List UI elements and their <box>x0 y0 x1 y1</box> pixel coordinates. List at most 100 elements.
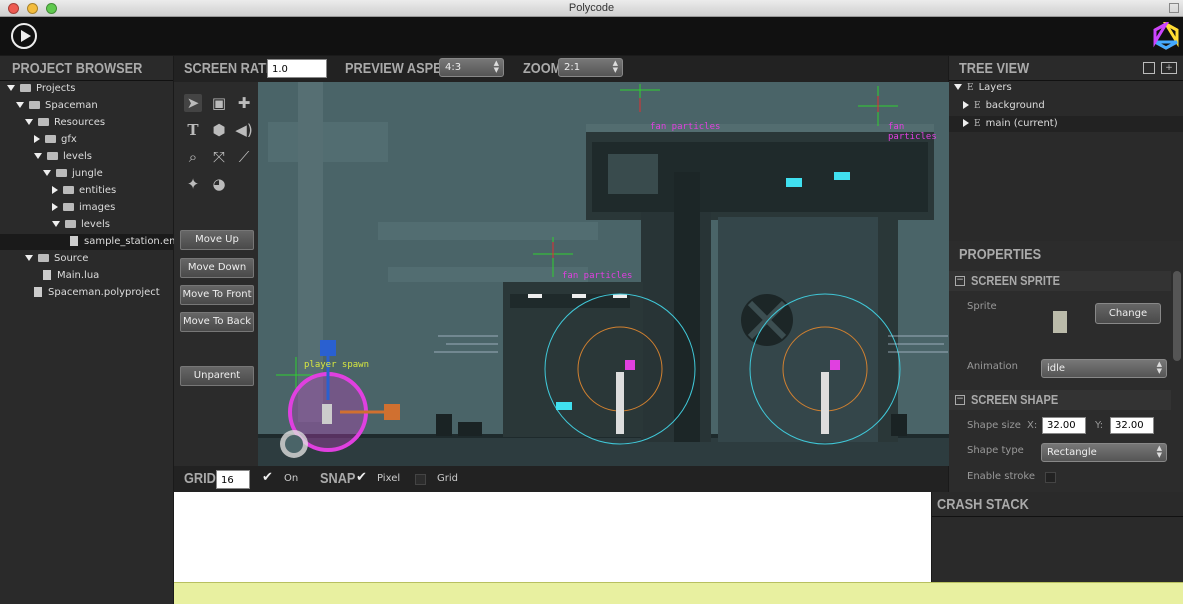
text-icon[interactable]: T <box>184 121 202 139</box>
shape-type-select[interactable]: Rectangle ▲ ▼ <box>1041 443 1167 462</box>
zoom-magnifier-icon[interactable]: ⌕ <box>184 148 202 166</box>
zoom-select[interactable]: 2:1 ▲ ▼ <box>558 58 623 77</box>
project-browser-heading: PROJECT BROWSER <box>12 60 143 77</box>
layer-tree-item[interactable]: Ebackground <box>949 98 1183 114</box>
project-tree-label: Spaceman <box>45 100 98 111</box>
scene-canvas[interactable]: fan particles fan particles fan particle… <box>258 82 949 466</box>
pie-icon[interactable]: ◕ <box>210 175 228 193</box>
project-tree-item[interactable]: levels <box>0 149 173 165</box>
tree-view-panel: TREE VIEW + E Layers Ebackground Emain (cur… <box>949 56 1183 241</box>
console-output[interactable] <box>174 492 931 582</box>
collapsed-arrow-icon[interactable] <box>963 101 969 109</box>
player-spawn-label: player spawn <box>304 360 370 370</box>
sound-icon[interactable]: ◀) <box>235 121 253 139</box>
tools-panel: ➤ ▣ ✚ T ⬢ ◀) ⌕ ⤧ ⟋ ✦ ◕ Move Up Move Down… <box>174 82 258 466</box>
properties-scrollbar[interactable] <box>1173 271 1181 361</box>
project-tree-item[interactable]: sample_station.en <box>0 234 175 250</box>
expanded-arrow-icon[interactable] <box>34 153 42 159</box>
collapsed-arrow-icon[interactable] <box>963 119 969 127</box>
fan-particles-label: fan particles <box>888 122 937 142</box>
stepper-icon: ▲ ▼ <box>1156 360 1162 375</box>
scale-icon[interactable]: ⤧ <box>210 148 228 166</box>
layer-tree-item[interactable]: E Layers <box>949 80 1183 96</box>
grid-size-input[interactable]: 16 <box>216 470 250 489</box>
collapse-panel-icon[interactable] <box>1143 62 1155 74</box>
snap-label: SNAP <box>320 470 356 487</box>
move-to-front-button[interactable]: Move To Front <box>180 285 254 305</box>
project-tree-item[interactable]: Projects <box>0 81 173 97</box>
console-input-bar[interactable] <box>174 582 1183 604</box>
expanded-arrow-icon[interactable] <box>25 119 33 125</box>
project-tree-item[interactable]: jungle <box>0 166 173 182</box>
grid-on-label: On <box>284 473 299 484</box>
title-bar: Polycode <box>0 0 1183 17</box>
expanded-arrow-icon[interactable] <box>7 85 15 91</box>
project-tree-item[interactable]: Source <box>0 251 173 267</box>
move-down-button[interactable]: Move Down <box>180 258 254 278</box>
shape-y-label: Y: <box>1095 420 1104 431</box>
image-icon[interactable]: ▣ <box>210 94 228 112</box>
play-button[interactable] <box>11 23 37 49</box>
animation-label: Animation <box>967 361 1018 372</box>
move-up-button[interactable]: Move Up <box>180 230 254 250</box>
preview-aspect-select[interactable]: 4:3 ▲ ▼ <box>439 58 504 77</box>
select-arrow-icon[interactable]: ➤ <box>184 94 202 112</box>
grid-on-checkbox[interactable]: ✔ <box>262 470 273 485</box>
layer-tree-item[interactable]: Emain (current) <box>949 116 1183 132</box>
particle-add-icon[interactable]: ✦ <box>184 175 202 193</box>
move-cross-icon[interactable]: ✚ <box>235 94 253 112</box>
file-icon <box>34 287 42 297</box>
entity-icon: E <box>974 119 981 129</box>
shape-x-input[interactable]: 32.00 <box>1042 417 1086 434</box>
fullscreen-icon[interactable] <box>1169 3 1179 13</box>
project-tree-label: Spaceman.polyproject <box>48 287 160 298</box>
collapsed-arrow-icon[interactable] <box>52 203 58 211</box>
project-tree-item[interactable]: Main.lua <box>0 268 173 284</box>
expanded-arrow-icon[interactable] <box>16 102 24 108</box>
file-icon <box>43 270 51 280</box>
folder-icon <box>65 220 76 228</box>
collapse-icon: − <box>955 275 965 286</box>
expanded-arrow-icon[interactable] <box>52 221 60 227</box>
project-tree-item[interactable]: Resources <box>0 115 173 131</box>
project-icon <box>29 101 40 109</box>
window-title: Polycode <box>568 2 615 14</box>
snap-grid-label: Grid <box>437 473 458 484</box>
enable-stroke-checkbox[interactable] <box>1045 472 1056 483</box>
project-tree-item[interactable]: Spaceman <box>0 98 173 114</box>
project-tree-label: levels <box>81 219 110 230</box>
expanded-arrow-icon[interactable] <box>43 170 51 176</box>
shape-hexagon-icon[interactable]: ⬢ <box>210 121 228 139</box>
project-browser-panel: PROJECT BROWSER Projects Spaceman Resource… <box>0 56 175 604</box>
snap-grid-checkbox[interactable] <box>415 474 426 485</box>
project-tree-item[interactable]: gfx <box>0 132 173 148</box>
zoom-value: 2:1 <box>564 62 581 73</box>
project-tree-label: jungle <box>72 168 103 179</box>
project-tree-item[interactable]: levels <box>0 217 173 233</box>
animation-value: idle <box>1047 363 1066 374</box>
add-layer-icon[interactable]: + <box>1161 62 1177 74</box>
move-to-back-button[interactable]: Move To Back <box>180 312 254 332</box>
screen-sprite-heading: SCREEN SPRITE <box>971 273 1061 288</box>
expanded-arrow-icon[interactable] <box>25 255 33 261</box>
animation-select[interactable]: idle ▲ ▼ <box>1041 359 1167 378</box>
shape-y-input[interactable]: 32.00 <box>1110 417 1154 434</box>
expanded-arrow-icon[interactable] <box>954 84 962 90</box>
collapsed-arrow-icon[interactable] <box>52 186 58 194</box>
change-sprite-button[interactable]: Change <box>1095 303 1161 324</box>
unparent-button[interactable]: Unparent <box>180 366 254 386</box>
snap-pixel-checkbox[interactable]: ✔ <box>356 470 367 485</box>
screen-ratio-input[interactable]: 1.0 <box>267 59 327 78</box>
project-tree-item[interactable]: entities <box>0 183 173 199</box>
collapsed-arrow-icon[interactable] <box>34 135 40 143</box>
entity-icon: E <box>974 101 981 111</box>
folder-icon <box>38 254 49 262</box>
grid-label: GRID <box>184 470 216 487</box>
project-tree-item[interactable]: Spaceman.polyproject <box>0 285 173 301</box>
screen-sprite-section[interactable]: − SCREEN SPRITE <box>949 271 1171 291</box>
project-tree-item[interactable]: images <box>0 200 173 216</box>
crash-stack-panel: CRASH STACK <box>932 492 1183 582</box>
screen-shape-section[interactable]: − SCREEN SHAPE <box>949 390 1171 410</box>
collapse-icon: − <box>955 394 965 405</box>
link-icon[interactable]: ⟋ <box>235 148 253 166</box>
